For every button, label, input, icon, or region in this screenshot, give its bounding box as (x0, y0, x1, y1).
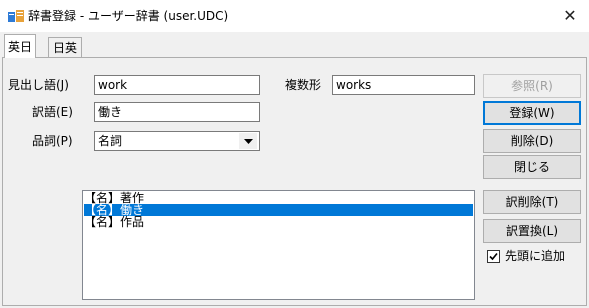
close-button[interactable]: 閉じる (483, 155, 581, 179)
dropdown-arrow-icon[interactable] (239, 133, 257, 149)
tab-japanese-english[interactable]: 日英 (48, 37, 83, 57)
add-to-top-label: 先頭に追加 (505, 249, 566, 263)
title-bar: 辞書登録 - ユーザー辞書 (user.UDC) ✕ (0, 0, 589, 32)
dictionary-app-icon (8, 10, 24, 22)
pos-label: 品詞(P) (32, 134, 73, 148)
list-item[interactable]: 【名】作品 (84, 216, 473, 228)
headword-input[interactable]: work (94, 75, 260, 95)
translation-label: 訳語(E) (32, 105, 73, 119)
replace-translation-button[interactable]: 訳置換(L) (483, 219, 581, 243)
browse-button[interactable]: 参照(R) (483, 74, 581, 98)
plural-input[interactable]: works (332, 75, 475, 95)
pos-selected-value: 名詞 (98, 134, 123, 148)
delete-translation-button[interactable]: 訳削除(T) (483, 190, 581, 214)
window-title: 辞書登録 - ユーザー辞書 (user.UDC) (28, 9, 229, 23)
delete-button[interactable]: 削除(D) (483, 129, 581, 153)
pos-select[interactable]: 名詞 (94, 131, 260, 151)
close-icon[interactable]: ✕ (556, 4, 584, 28)
checkmark-icon (489, 252, 498, 261)
headword-label: 見出し語(J) (8, 78, 69, 92)
register-button[interactable]: 登録(W) (483, 101, 581, 125)
translations-listbox[interactable]: 【名】著作 【名】働き 【名】作品 (82, 190, 475, 300)
plural-label: 複数形 (285, 78, 322, 92)
translation-input[interactable]: 働き (94, 102, 260, 122)
add-to-top-checkbox[interactable] (487, 250, 500, 263)
tab-english-japanese[interactable]: 英日 (4, 34, 37, 58)
